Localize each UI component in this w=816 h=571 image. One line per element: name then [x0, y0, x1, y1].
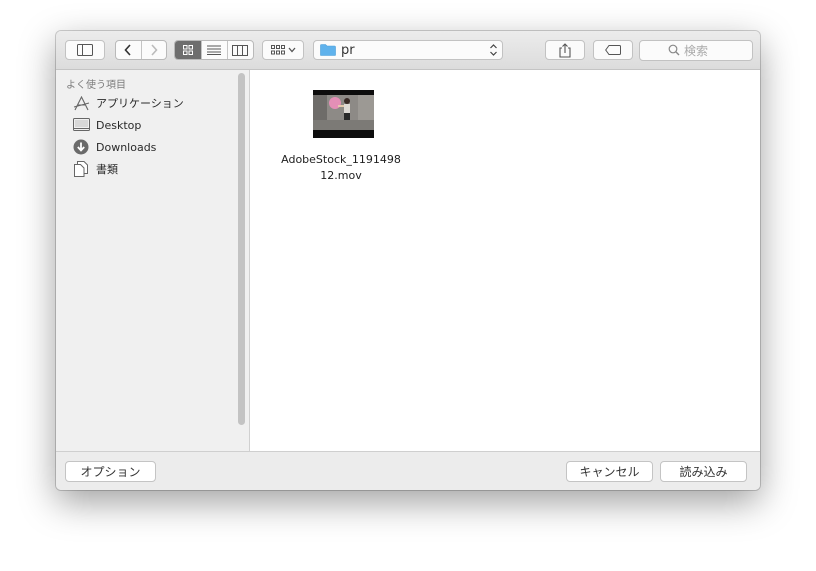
location-label: pr — [341, 43, 355, 58]
downloads-icon — [72, 139, 90, 155]
chevron-down-icon — [288, 47, 295, 53]
video-thumbnail — [313, 90, 374, 138]
search-field[interactable] — [639, 40, 753, 61]
arrange-button[interactable] — [262, 40, 304, 60]
list-view-button[interactable] — [201, 41, 226, 59]
options-button[interactable]: オプション — [65, 461, 156, 482]
history-nav — [115, 40, 167, 60]
cancel-button[interactable]: キャンセル — [566, 461, 653, 482]
applications-icon — [72, 95, 90, 111]
tag-icon — [605, 45, 621, 55]
sidebar-item-label: 書類 — [96, 163, 118, 176]
view-mode-selector — [174, 40, 254, 60]
updown-arrows-icon — [490, 44, 497, 56]
toolbar: pr — [56, 31, 760, 70]
documents-icon — [72, 161, 90, 177]
desktop-icon — [72, 117, 90, 133]
file-browser: AdobeStock_119149812.mov — [250, 70, 760, 451]
sidebar-item-applications[interactable]: アプリケーション — [72, 93, 232, 113]
forward-button[interactable] — [140, 41, 166, 59]
sidebar-item-label: Desktop — [96, 118, 142, 132]
dialog-footer: オプション キャンセル 読み込み — [56, 451, 760, 490]
back-button[interactable] — [116, 41, 141, 59]
sidebar-scrollbar[interactable] — [238, 73, 245, 425]
file-name-label: AdobeStock_119149812.mov — [281, 153, 401, 182]
open-button[interactable]: 読み込み — [660, 461, 747, 482]
share-button[interactable] — [545, 40, 585, 60]
column-view-button[interactable] — [226, 41, 253, 59]
chevron-right-icon — [151, 44, 158, 56]
tags-button[interactable] — [593, 40, 633, 60]
search-icon — [668, 44, 680, 56]
sidebar-toggle-button[interactable] — [65, 40, 105, 60]
sidebar-item-documents[interactable]: 書類 — [72, 159, 232, 179]
chevron-left-icon — [124, 44, 132, 56]
icon-grid-icon — [183, 45, 194, 55]
icon-view-button[interactable] — [175, 41, 202, 59]
share-icon — [559, 42, 571, 58]
search-input[interactable] — [684, 42, 746, 59]
sidebar-item-label: アプリケーション — [96, 97, 184, 110]
sidebar-item-downloads[interactable]: Downloads — [72, 137, 232, 157]
favorites-header: よく使う項目 — [66, 80, 126, 91]
open-file-dialog: pr 検索 よく使う項目 アプリケーション Desktop Downloads … — [56, 31, 760, 490]
folder-icon — [320, 44, 336, 56]
sidebar-item-desktop[interactable]: Desktop — [72, 115, 232, 135]
file-item[interactable]: AdobeStock_119149812.mov — [281, 90, 401, 182]
sidebar-icon — [77, 44, 93, 56]
sidebar: よく使う項目 アプリケーション Desktop Downloads 書類 — [56, 70, 250, 451]
location-popup[interactable]: pr — [313, 40, 503, 60]
arrange-grid-icon — [270, 45, 285, 55]
list-icon — [207, 45, 222, 55]
sidebar-item-label: Downloads — [96, 140, 157, 154]
columns-icon — [232, 44, 249, 56]
